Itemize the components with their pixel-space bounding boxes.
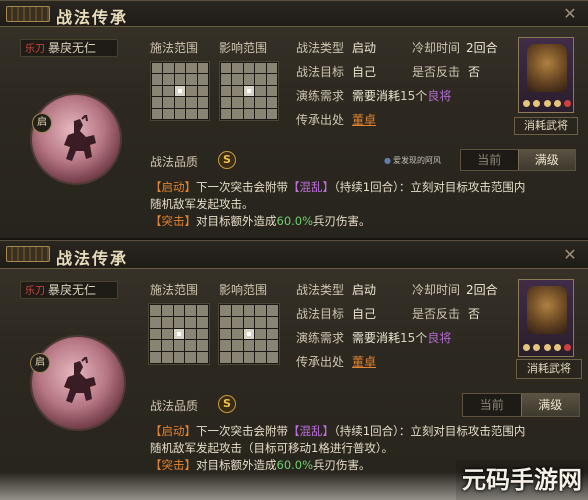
max-level-tab[interactable]: 满级 xyxy=(520,394,579,416)
hero-card[interactable] xyxy=(518,37,574,113)
close-icon[interactable]: ✕ xyxy=(560,4,580,24)
level-toggle[interactable]: 当前 满级 xyxy=(460,149,576,171)
inherit-source-row: 传承出处 董卓 xyxy=(296,113,377,127)
current-level-tab[interactable]: 当前 xyxy=(463,394,521,416)
panel-title: 战法传承 xyxy=(56,8,129,27)
skill-name: 暴戾无仁 xyxy=(48,41,97,55)
skill-name-tag: 乐刀 暴戾无仁 xyxy=(20,281,118,299)
hero-portrait-icon xyxy=(527,44,567,92)
qi-badge-icon: 启 xyxy=(30,353,50,373)
quality-s-icon: S xyxy=(218,395,236,413)
inherit-source-row: 传承出处 董卓 xyxy=(296,355,377,369)
skill-target-row: 战法目标 自己 xyxy=(296,65,377,79)
quality-label: 战法品质 xyxy=(150,399,199,413)
title-bar: 战法传承 ✕ xyxy=(0,1,588,27)
close-icon[interactable]: ✕ xyxy=(560,245,580,265)
effect-range-label: 影响范围 xyxy=(219,283,268,297)
quality-s-icon: S xyxy=(218,151,236,169)
cast-range-label: 施法范围 xyxy=(150,41,199,55)
training-requirement-row: 演练需求 需要消耗15个良将 xyxy=(296,89,452,103)
title-ornament-icon xyxy=(6,6,50,22)
skill-name: 暴戾无仁 xyxy=(48,283,97,297)
quality-label: 战法品质 xyxy=(150,155,199,169)
qi-badge-icon: 启 xyxy=(32,113,52,133)
current-level-tab[interactable]: 当前 xyxy=(461,150,518,170)
site-watermark: 元码手游网 xyxy=(456,460,588,500)
title-bar: 战法传承 ✕ xyxy=(0,241,588,269)
hero-portrait-icon xyxy=(527,286,567,334)
consume-hero-label: 消耗武将 xyxy=(514,117,578,135)
cooldown-row: 冷却时间 2回合 xyxy=(412,41,498,55)
skill-name-tag: 乐刀 暴戾无仁 xyxy=(20,39,118,57)
source-hero-link[interactable]: 董卓 xyxy=(352,355,376,369)
rider-icon xyxy=(64,357,96,403)
cast-range-grid xyxy=(148,303,210,365)
skill-portrait xyxy=(30,335,126,431)
skill-type-row: 战法类型 启动 xyxy=(296,41,377,55)
skill-target-row: 战法目标 自己 xyxy=(296,307,377,321)
cast-range-label: 施法范围 xyxy=(150,283,199,297)
consume-hero-label: 消耗武将 xyxy=(516,359,582,379)
hero-star-icons xyxy=(523,100,571,108)
level-toggle[interactable]: 当前 满级 xyxy=(462,393,580,417)
cast-range-grid xyxy=(150,61,210,121)
counterattack-row: 是否反击否 xyxy=(412,307,481,321)
skill-type-row: 战法类型 启动 xyxy=(296,283,377,297)
effect-range-label: 影响范围 xyxy=(219,41,268,55)
training-requirement-row: 演练需求 需要消耗15个良将 xyxy=(296,331,452,345)
skill-description: 【启动】下一次突击会附带【混乱】（持续1回合）：立刻对目标攻击范围内 随机敌军发… xyxy=(150,180,526,228)
source-hero-link[interactable]: 董卓 xyxy=(352,113,376,127)
counterattack-row: 是否反击否 xyxy=(412,65,481,79)
panel-title: 战法传承 xyxy=(56,249,129,268)
title-ornament-icon xyxy=(6,246,50,262)
skill-type-tag: 乐刀 xyxy=(25,44,45,55)
hero-star-icons xyxy=(523,344,571,352)
author-watermark: 爱发现的阿风 xyxy=(384,155,441,166)
effect-range-grid xyxy=(218,303,280,365)
skill-type-tag: 乐刀 xyxy=(25,286,45,297)
max-level-tab[interactable]: 满级 xyxy=(517,150,575,170)
cooldown-row: 冷却时间 2回合 xyxy=(412,283,498,297)
skill-portrait xyxy=(30,93,122,185)
rider-icon xyxy=(64,115,96,161)
effect-range-grid xyxy=(219,61,279,121)
skill-panel-1: 战法传承 ✕ 乐刀 暴戾无仁 启 施法范围 影响范围 战法类型 启动 战法目标 自己 … xyxy=(0,0,588,238)
hero-card[interactable] xyxy=(518,279,574,357)
